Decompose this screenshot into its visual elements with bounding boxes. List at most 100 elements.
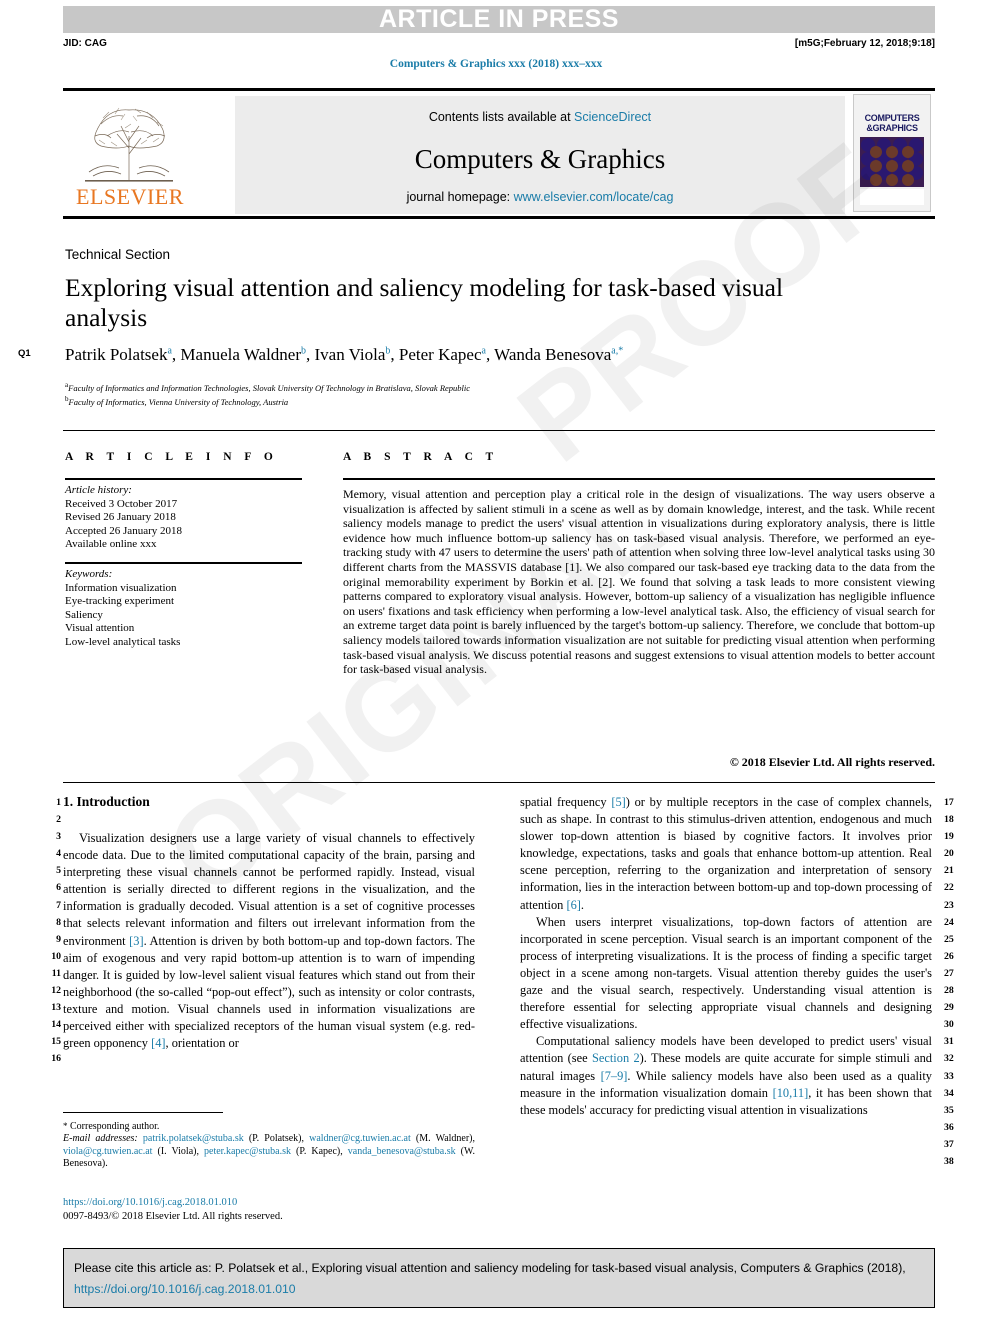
cover-spheres-icon <box>860 137 924 187</box>
inline-reference-link[interactable]: [5] <box>611 795 625 809</box>
email-link[interactable]: waldner@cg.tuwien.ac.at <box>309 1133 411 1144</box>
journal-reference-link[interactable]: Computers & Graphics xxx (2018) xxx–xxx <box>0 58 992 70</box>
line-number: 1 <box>56 797 61 808</box>
line-number: 19 <box>944 831 954 843</box>
author-name: Peter Kapec <box>398 345 482 364</box>
author-name: Patrik Polatsek <box>65 345 168 364</box>
corresponding-author-note: * Corresponding author. <box>63 1120 475 1133</box>
line-numbers-right: 17 18 19 20 21 22 23 24 25 26 27 28 29 30 31 32 33 34 35 36… <box>944 794 978 1170</box>
email-addresses: E-mail addresses: patrik.polatsek@stuba.… <box>63 1133 475 1170</box>
doi-block: https://doi.org/10.1016/j.cag.2018.01.01… <box>63 1196 475 1223</box>
elsevier-logo: ELSEVIER <box>69 96 191 214</box>
line-number: 27 <box>944 967 954 979</box>
contents-lists-prefix: Contents lists available at <box>428 110 575 124</box>
email-label: E-mail addresses: <box>63 1133 143 1145</box>
cite-doi-link[interactable]: https://doi.org/10.1016/j.cag.2018.01.01… <box>74 1282 296 1296</box>
inline-reference-link[interactable]: [7–9] <box>601 1069 628 1083</box>
elsevier-wordmark: ELSEVIER <box>76 184 184 209</box>
affiliation-item: bFaculty of Informatics, Vienna Universi… <box>65 394 289 407</box>
history-item: Accepted 26 January 2018 <box>65 524 182 537</box>
doi-link[interactable]: https://doi.org/10.1016/j.cag.2018.01.01… <box>63 1196 475 1210</box>
paragraph: When users interpret visualizations, top… <box>520 914 932 1032</box>
line-number: 32 <box>944 1053 954 1065</box>
author-name: Manuela Waldner <box>180 345 301 364</box>
keyword-item: Visual attention <box>65 622 135 635</box>
cite-prefix: Please cite this article as: P. Polatsek… <box>74 1261 906 1275</box>
footnote-rule <box>63 1112 223 1113</box>
email-link[interactable]: viola@cg.tuwien.ac.at <box>63 1146 152 1157</box>
page-title: Exploring visual attention and saliency … <box>65 273 784 332</box>
line-number: 37 <box>944 1138 954 1150</box>
keywords-label: Keywords: <box>65 568 113 580</box>
line-number: 22 <box>944 882 954 894</box>
cite-this-article-box: Please cite this article as: P. Polatsek… <box>63 1248 935 1308</box>
line-number: 30 <box>944 1019 954 1031</box>
line-number: 4 <box>56 848 61 860</box>
line-number: 14 <box>51 1019 61 1031</box>
author-name: Ivan Viola <box>314 345 386 364</box>
sciencedirect-link[interactable]: ScienceDirect <box>574 110 651 124</box>
history-item: Revised 26 January 2018 <box>65 511 176 524</box>
cover-title-line1: COMPUTERS <box>864 113 920 123</box>
paragraph: Computational saliency models have been … <box>520 1034 932 1117</box>
email-owner: (P. Polatsek), <box>243 1133 310 1145</box>
line-number: 33 <box>944 1070 954 1082</box>
cover-artwork <box>860 137 924 187</box>
inline-reference-link[interactable]: [6] <box>566 898 580 912</box>
homepage-prefix: journal homepage: <box>406 190 514 204</box>
body-column-right: spatial frequency [5]) or by multiple re… <box>520 794 932 1119</box>
line-number: 2 <box>56 814 61 826</box>
line-number: 10 <box>51 950 61 962</box>
inline-reference-link[interactable]: [4] <box>151 1036 165 1050</box>
line-number: 7 <box>56 899 61 911</box>
paragraph: Visualization designers use a large vari… <box>63 831 475 1051</box>
article-info-rule-2 <box>65 562 302 564</box>
keyword-item: Low-level analytical tasks <box>65 635 181 648</box>
affiliation-item: aFaculty of Informatics and Information … <box>65 381 471 393</box>
keyword-item: Saliency <box>65 608 103 621</box>
masthead-center-panel: Contents lists available at ScienceDirec… <box>235 96 845 214</box>
article-history-label: Article history: <box>65 484 132 496</box>
line-number: 26 <box>944 950 954 962</box>
line-numbers-left: 1 2 3 4 5 6 7 8 9 10 11 12 13 14 15 16 <box>27 794 61 1068</box>
introduction-left-text: Visualization designers use a large vari… <box>63 830 475 1052</box>
journal-homepage-line: journal homepage: www.elsevier.com/locat… <box>235 190 845 204</box>
masthead-bottom-rule <box>63 216 935 219</box>
line-number: 29 <box>944 1002 954 1014</box>
email-owner: (I. Viola), <box>152 1145 205 1157</box>
build-stamp-label: [m5G;February 12, 2018;9:18] <box>794 38 935 49</box>
abstract-text: Memory, visual attention and perception … <box>343 487 935 677</box>
inline-reference-link[interactable]: [3] <box>129 934 143 948</box>
email-link[interactable]: peter.kapec@stuba.sk <box>204 1146 291 1157</box>
copyright-line: © 2018 Elsevier Ltd. All rights reserved… <box>729 755 935 769</box>
journal-title: Computers & Graphics <box>414 144 666 174</box>
line-number: 18 <box>944 814 954 826</box>
inline-reference-link[interactable]: [10,11] <box>773 1086 809 1100</box>
affiliation-list: aFaculty of Informatics and Information … <box>65 380 865 408</box>
homepage-link[interactable]: www.elsevier.com/locate/cag <box>514 190 674 204</box>
corresponding-author-text: Corresponding author. <box>70 1121 160 1132</box>
author-affiliation-marker: a <box>167 345 172 357</box>
line-number: 3 <box>56 831 61 843</box>
contents-lists-line: Contents lists available at ScienceDirec… <box>235 110 845 124</box>
abstract-rule <box>343 478 935 480</box>
history-item: Received 3 October 2017 <box>65 497 178 510</box>
inline-reference-link[interactable]: Section 2 <box>592 1051 640 1065</box>
line-number: 16 <box>51 1053 61 1065</box>
keyword-item: Information visualization <box>65 581 177 594</box>
article-in-press-label: ARTICLE IN PRESS <box>379 5 619 33</box>
line-number: 36 <box>944 1121 954 1133</box>
author-affiliation-marker: b <box>301 345 306 357</box>
email-link[interactable]: vanda_benesova@stuba.sk <box>348 1146 456 1157</box>
history-item: Available online xxx <box>65 538 157 551</box>
line-number: 13 <box>51 1002 61 1014</box>
line-number: 15 <box>51 1036 61 1048</box>
email-link[interactable]: patrik.polatsek@stuba.sk <box>143 1133 244 1144</box>
article-info-heading: A R T I C L E I N F O <box>65 451 278 463</box>
email-owner: (M. Waldner), <box>410 1133 476 1145</box>
issn-copyright-line: 0097-8493/© 2018 Elsevier Ltd. All right… <box>63 1210 283 1222</box>
elsevier-tree-icon <box>85 107 173 182</box>
article-in-press-band: ARTICLE IN PRESS <box>63 6 935 33</box>
line-number: 23 <box>944 899 954 911</box>
author-affiliation-marker: a,* <box>611 345 624 357</box>
